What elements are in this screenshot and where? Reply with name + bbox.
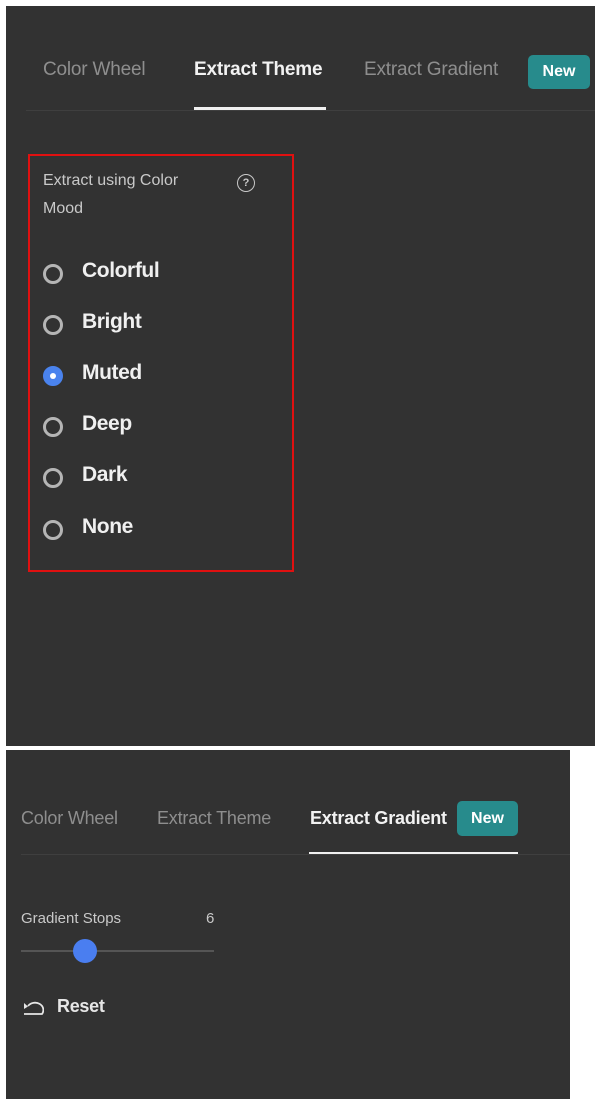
radio-icon[interactable] [43, 520, 63, 540]
tab-extract-gradient[interactable]: Extract Gradient [364, 59, 498, 81]
radio-icon[interactable] [43, 468, 63, 488]
tab-color-wheel[interactable]: Color Wheel [43, 59, 146, 81]
gradient-stops-label: Gradient Stops [21, 910, 122, 927]
radio-icon[interactable] [43, 417, 63, 437]
tab-extract-theme[interactable]: Extract Theme [157, 808, 271, 829]
extract-gradient-panel: Color Wheel Extract Theme Extract Gradie… [6, 750, 570, 1099]
color-mood-section: Extract using Color Mood ? Colorful Brig… [28, 154, 294, 572]
mood-option-label: Colorful [82, 259, 160, 282]
mood-option-label: Muted [82, 361, 142, 384]
undo-icon [22, 1000, 45, 1021]
tab-divider [26, 110, 595, 111]
mood-option-label: Bright [82, 310, 142, 333]
help-icon[interactable]: ? [237, 174, 255, 192]
new-badge: New [528, 55, 590, 89]
tab-extract-theme[interactable]: Extract Theme [194, 59, 323, 81]
tab-bar: Color Wheel Extract Theme Extract Gradie… [6, 6, 595, 111]
mood-option-label: Dark [82, 463, 128, 486]
mood-option-label: None [82, 515, 133, 538]
gradient-stops-value: 6 [206, 910, 215, 927]
slider-thumb[interactable] [72, 939, 97, 963]
tab-divider [21, 854, 570, 855]
color-mood-title: Extract using Color Mood [43, 172, 179, 217]
new-badge: New [457, 801, 518, 836]
radio-icon[interactable] [43, 264, 63, 284]
tab-bar: Color Wheel Extract Theme Extract Gradie… [6, 750, 570, 855]
extract-theme-panel: Color Wheel Extract Theme Extract Gradie… [6, 6, 595, 746]
mood-option-label: Deep [82, 412, 132, 435]
gradient-stops-slider[interactable] [21, 939, 214, 963]
radio-checked-icon[interactable] [43, 366, 63, 386]
tab-color-wheel[interactable]: Color Wheel [21, 808, 118, 829]
radio-icon[interactable] [43, 315, 63, 335]
tab-extract-gradient[interactable]: Extract Gradient [310, 808, 447, 829]
reset-label: Reset [57, 996, 105, 1016]
